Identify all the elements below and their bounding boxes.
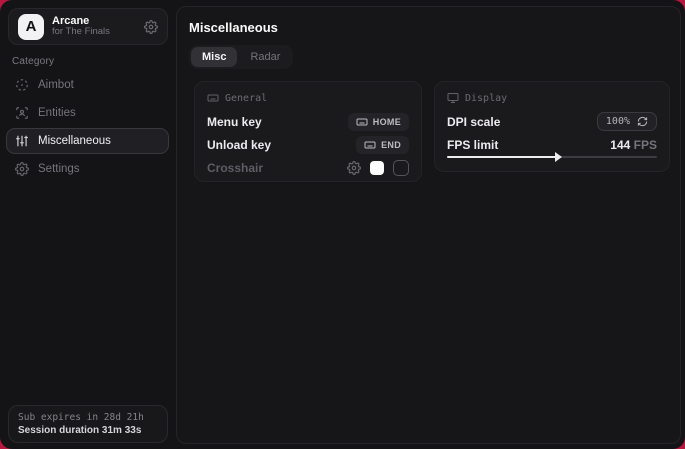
- fps-slider-fill: [447, 156, 558, 158]
- tab-misc[interactable]: Misc: [191, 47, 237, 67]
- menu-key-label: Menu key: [207, 115, 262, 129]
- gear-icon: [15, 162, 29, 176]
- brand-card: A Arcane for The Finals: [8, 8, 168, 45]
- unload-key-row: Unload key END: [207, 133, 409, 156]
- general-card-title: General: [225, 93, 267, 104]
- crosshair-settings-gear-icon[interactable]: [347, 161, 361, 175]
- crosshair-label: Crosshair: [207, 161, 263, 175]
- sidebar-item-label: Aimbot: [38, 79, 74, 91]
- fps-number: 144: [610, 138, 630, 152]
- general-card: General Menu key HOME Unload key END: [194, 81, 422, 182]
- unload-keybind-value: END: [381, 140, 401, 150]
- sub-expires-text: Sub expires in 28d 21h: [18, 412, 158, 423]
- display-card-header: Display: [447, 92, 657, 104]
- category-label: Category: [12, 56, 54, 67]
- fps-limit-label: FPS limit: [447, 138, 498, 152]
- main-panel: Miscellaneous Misc Radar General Menu ke…: [176, 6, 681, 444]
- brand-text: Arcane for The Finals: [52, 15, 136, 39]
- general-card-header: General: [207, 92, 409, 104]
- sidebar-item-label: Miscellaneous: [38, 135, 111, 147]
- dpi-scale-label: DPI scale: [447, 115, 500, 129]
- sidebar-item-miscellaneous[interactable]: Miscellaneous: [6, 128, 169, 154]
- fps-limit-value: 144 FPS: [610, 138, 657, 152]
- subscription-card: Sub expires in 28d 21h Session duration …: [8, 405, 168, 443]
- sidebar-item-entities[interactable]: Entities: [6, 100, 169, 126]
- sidebar-nav: Aimbot Entities: [6, 72, 169, 184]
- unload-keybind-button[interactable]: END: [356, 136, 409, 154]
- sidebar-item-label: Entities: [38, 107, 76, 119]
- session-duration-text: Session duration 31m 33s: [18, 425, 158, 436]
- sidebar: A Arcane for The Finals Category: [0, 0, 175, 449]
- fps-slider-thumb[interactable]: [555, 152, 562, 162]
- app-subtitle: for The Finals: [52, 27, 136, 38]
- tab-radar[interactable]: Radar: [239, 47, 291, 67]
- crosshair-icon: [15, 78, 29, 92]
- sliders-icon: [15, 134, 29, 148]
- menu-keybind-button[interactable]: HOME: [348, 113, 409, 131]
- dpi-scale-select[interactable]: 100%: [597, 112, 657, 131]
- display-card-title: Display: [465, 93, 507, 104]
- monitor-icon: [447, 92, 459, 104]
- menu-key-row: Menu key HOME: [207, 110, 409, 133]
- tab-bar: Misc Radar: [189, 45, 293, 69]
- dpi-scale-value: 100%: [606, 116, 630, 127]
- keyboard-icon: [356, 116, 368, 128]
- refresh-icon: [637, 116, 648, 127]
- display-card: Display DPI scale 100% FPS limit 144 FPS: [434, 81, 670, 172]
- dpi-scale-row: DPI scale 100%: [447, 110, 657, 133]
- crosshair-row: Crosshair: [207, 156, 409, 179]
- page-title: Miscellaneous: [189, 20, 278, 35]
- crosshair-checkbox[interactable]: [393, 160, 409, 176]
- sidebar-item-settings[interactable]: Settings: [6, 156, 169, 182]
- user-scan-icon: [15, 106, 29, 120]
- crosshair-color-swatch[interactable]: [370, 161, 384, 175]
- app-window: A Arcane for The Finals Category: [0, 0, 685, 449]
- sidebar-item-label: Settings: [38, 163, 80, 175]
- keyboard-icon: [207, 92, 219, 104]
- gear-icon[interactable]: [144, 20, 158, 34]
- crosshair-controls: [347, 160, 409, 176]
- sidebar-item-aimbot[interactable]: Aimbot: [6, 72, 169, 98]
- fps-slider[interactable]: [447, 153, 657, 161]
- unload-key-label: Unload key: [207, 138, 271, 152]
- keyboard-icon: [364, 139, 376, 151]
- fps-unit: FPS: [634, 138, 657, 152]
- app-logo: A: [18, 14, 44, 40]
- menu-keybind-value: HOME: [373, 117, 401, 127]
